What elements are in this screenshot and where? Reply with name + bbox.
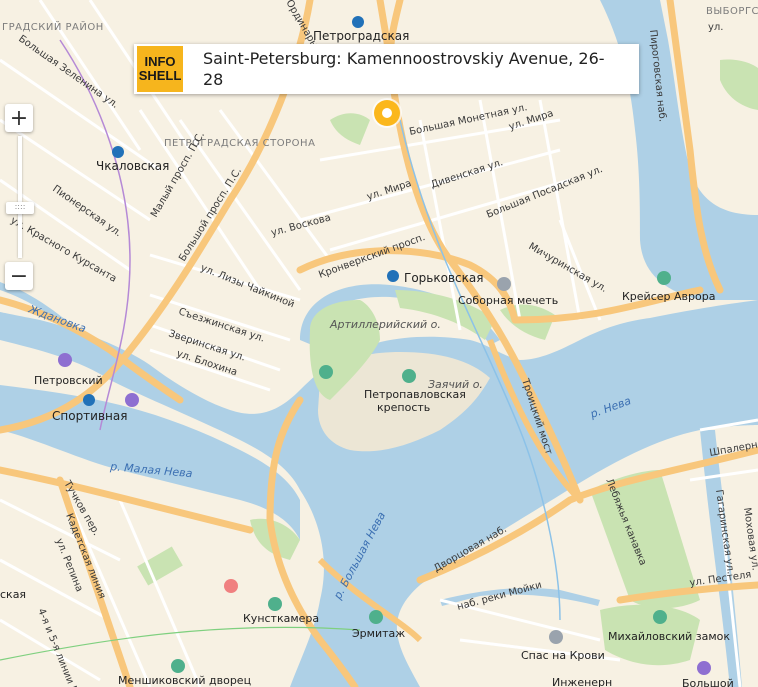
poi-label: Спас на Крови (521, 649, 605, 662)
plus-icon: + (9, 105, 29, 131)
poi-label: Эрмитаж (352, 627, 405, 640)
zoom-out-button[interactable]: − (5, 262, 33, 290)
fortress-icon (402, 369, 416, 383)
poi-label-line2: крепость (377, 401, 430, 414)
logo-line2: SHELL (138, 68, 182, 83)
poi-label: Соборная мечеть (458, 294, 558, 307)
theatre-icon[interactable] (697, 661, 711, 675)
ship-icon (657, 271, 671, 285)
street-label: ул. (708, 22, 724, 33)
metro-label: Горьковская (404, 271, 483, 285)
hospital-icon[interactable] (224, 579, 238, 593)
zoom-slider-handle[interactable]: :::: (6, 202, 34, 214)
logo-line1: INFO (144, 54, 176, 69)
zoom-control: + :::: − (5, 104, 35, 290)
zoom-slider-track[interactable]: :::: (6, 136, 34, 258)
museum-icon (369, 610, 383, 624)
district-label-top: ГРАДСКИЙ РАЙОН (2, 20, 104, 33)
island-label-zayachiy: Заячий о. (428, 378, 483, 391)
church-icon (549, 630, 563, 644)
poi-label-inzhenernaya: Инженерн (552, 676, 612, 687)
metro-icon (352, 16, 364, 28)
mosque-icon (497, 277, 511, 291)
minus-icon: − (9, 263, 29, 289)
museum-icon (268, 597, 282, 611)
poi-label: Крейсер Аврора (622, 290, 715, 303)
poi-label: Кунсткамера (243, 612, 319, 625)
island-label-artilleriysky: Артиллерийский о. (329, 318, 441, 331)
metro-label: Спортивная (52, 409, 127, 423)
metro-label: Петроградская (313, 29, 409, 43)
poi-label: Петровский (34, 374, 103, 387)
stadium-icon[interactable] (125, 393, 139, 407)
location-marker[interactable] (374, 100, 400, 126)
poi-label: Меншиковский дворец (118, 674, 251, 687)
metro-icon (112, 146, 124, 158)
metro-icon (387, 270, 399, 282)
zoom-in-button[interactable]: + (5, 104, 33, 132)
museum-icon (653, 610, 667, 624)
stadium-icon (58, 353, 72, 367)
metro-icon (83, 394, 95, 406)
location-title: Saint-Petersburg: Kamennoostrovskiy Aven… (203, 49, 605, 89)
museum-icon[interactable] (319, 365, 333, 379)
museum-icon (171, 659, 185, 673)
infoshell-logo: INFO SHELL (137, 46, 183, 92)
poi-label: Михайловский замок (608, 630, 730, 643)
location-info-card[interactable]: INFO SHELL Saint-Petersburg: Kamennoostr… (134, 44, 639, 94)
metro-label: Чкаловская (96, 159, 169, 173)
district-label-vyborg: ВЫБОРГСК (706, 6, 758, 17)
poi-label-left-edge: ская (0, 588, 26, 601)
marker-dot (382, 108, 392, 118)
poi-label-bolshoy: Большой (682, 677, 734, 687)
